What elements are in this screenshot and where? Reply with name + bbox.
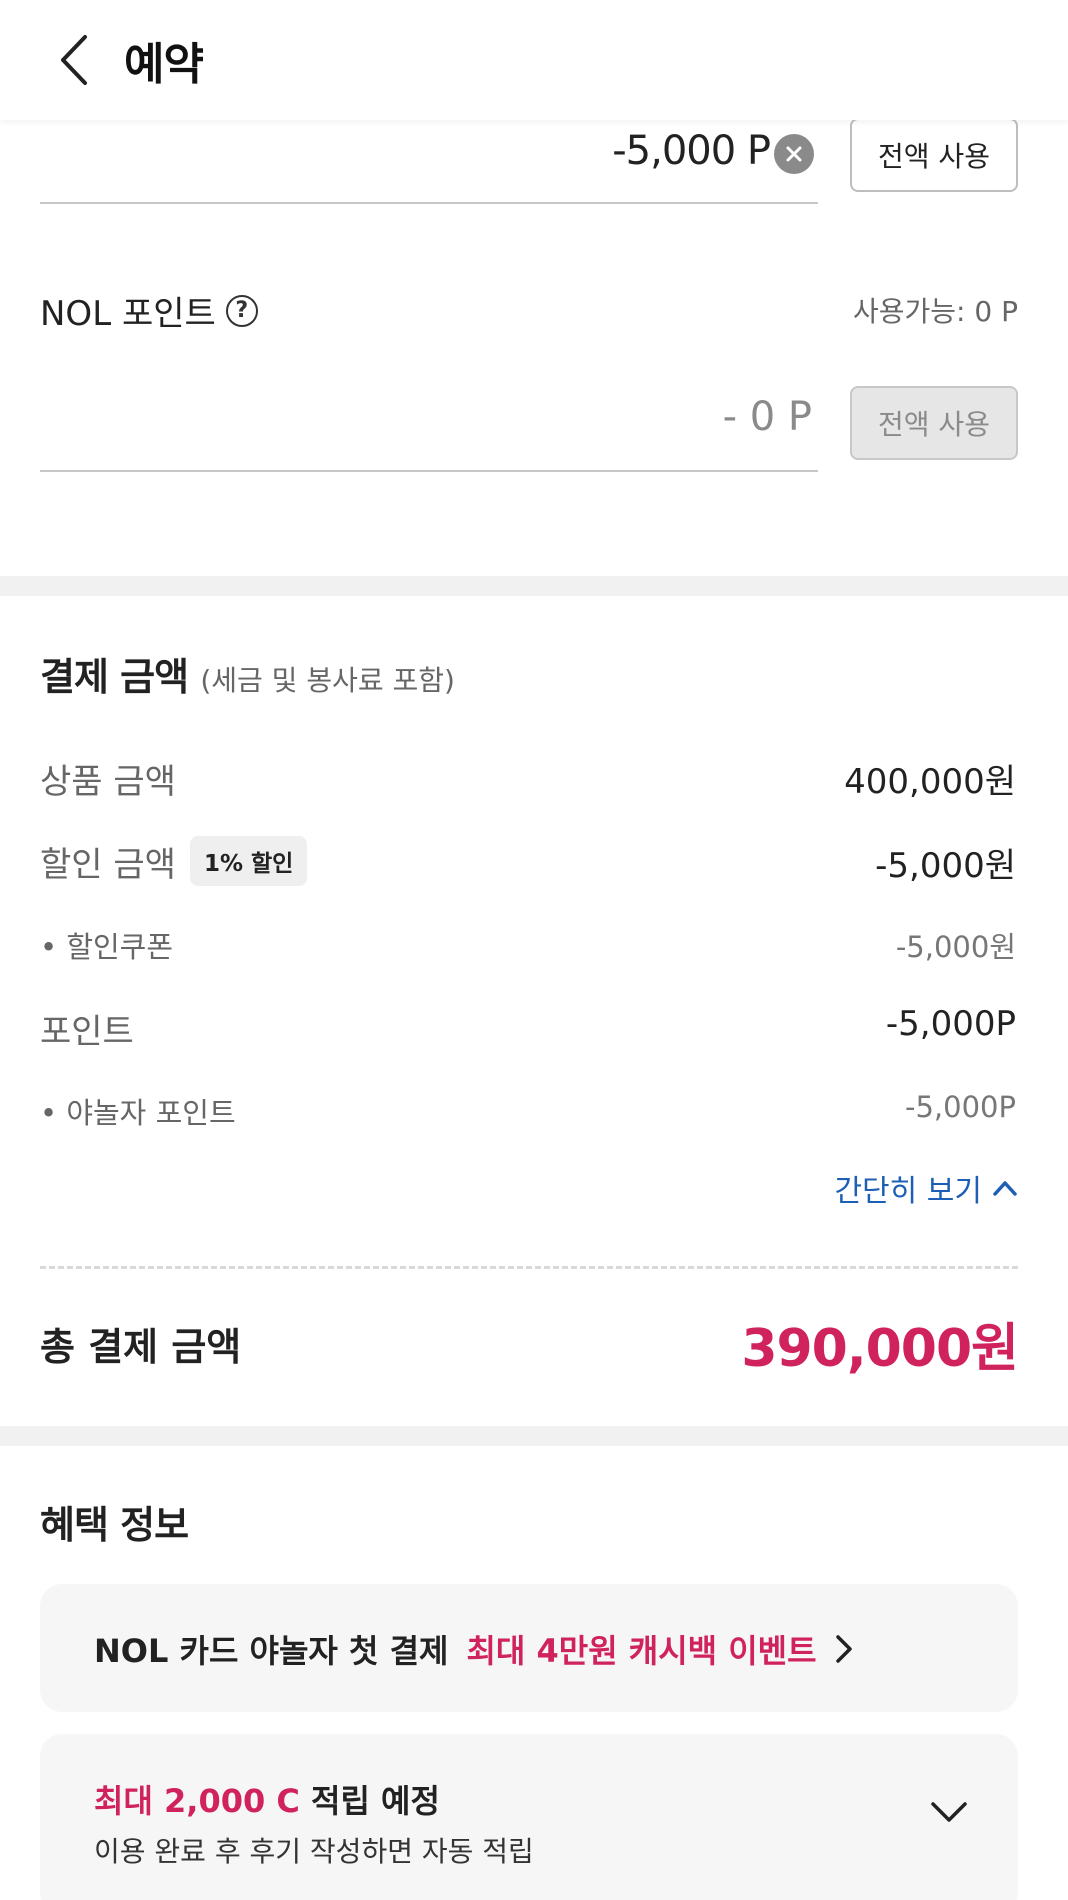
discount-label-row: 할인 금액 1% 할인 <box>40 836 308 886</box>
reward-title: 최대 2,000 C 적립 예정 <box>94 1776 440 1822</box>
section-divider <box>0 1426 1068 1446</box>
nol-point-field[interactable]: - 0 P <box>40 388 818 472</box>
collapse-label: 간단히 보기 <box>834 1174 982 1209</box>
payment-title: 결제 금액 <box>40 655 189 699</box>
dashed-divider <box>40 1266 1018 1269</box>
page-title: 예약 <box>124 39 204 90</box>
coupon-value: -5,000원 <box>895 930 1016 964</box>
point-value: -5,000P <box>885 1004 1016 1044</box>
chevron-down-icon[interactable] <box>930 1800 968 1828</box>
yanolja-full-use-button[interactable]: 전액 사용 <box>850 118 1018 192</box>
chevron-left-icon <box>61 35 87 85</box>
cashback-event-text: NOL 카드 야놀자 첫 결제 최대 4만원 캐시백 이벤트 <box>94 1626 853 1672</box>
section-divider <box>0 576 1068 596</box>
discount-badge: 1% 할인 <box>189 836 308 886</box>
yanolja-point-value: -5,000 P <box>612 128 771 174</box>
clear-point-button[interactable] <box>774 134 814 174</box>
discount-value: -5,000원 <box>875 846 1016 886</box>
nol-point-label-text: NOL 포인트 <box>40 294 216 334</box>
yanolja-point-line-label: • 야놀자 포인트 <box>40 1096 236 1130</box>
nol-point-label: NOL 포인트 ? <box>40 286 258 335</box>
discount-label: 할인 금액 <box>40 844 176 885</box>
yanolja-point-field[interactable]: -5,000 P <box>40 120 818 204</box>
product-price-label: 상품 금액 <box>40 762 176 802</box>
point-label: 포인트 <box>40 1012 134 1052</box>
chevron-right-icon <box>835 1634 853 1664</box>
coupon-label: • 할인쿠폰 <box>40 930 174 964</box>
payment-subtitle: (세금 및 봉사료 포함) <box>200 664 455 697</box>
app-header: 예약 <box>0 0 1068 120</box>
chevron-up-icon <box>993 1181 1017 1196</box>
reward-description: 이용 완료 후 후기 작성하면 자동 적립 <box>94 1835 534 1868</box>
product-price-value: 400,000원 <box>844 762 1016 802</box>
cashback-event-card[interactable]: NOL 카드 야놀자 첫 결제 최대 4만원 캐시백 이벤트 <box>40 1584 1018 1712</box>
reward-card[interactable]: 최대 2,000 C 적립 예정 이용 완료 후 후기 작성하면 자동 적립 <box>40 1734 1018 1900</box>
question-circle-icon[interactable]: ? <box>225 294 258 327</box>
yanolja-point-line-value: -5,000P <box>905 1090 1016 1124</box>
total-label: 총 결제 금액 <box>40 1325 242 1369</box>
collapse-details-link[interactable]: 간단히 보기 <box>834 1166 1018 1210</box>
nol-point-value: - 0 P <box>722 394 812 440</box>
back-button[interactable] <box>48 30 100 90</box>
cashback-event-label: NOL 카드 야놀자 첫 결제 <box>94 1632 449 1670</box>
reward-text: 적립 예정 <box>299 1782 440 1820</box>
payment-section-title: 결제 금액 (세금 및 봉사료 포함) <box>40 646 455 701</box>
nol-full-use-button[interactable]: 전액 사용 <box>850 386 1018 460</box>
nol-point-available: 사용가능: 0 P <box>853 295 1018 328</box>
close-circle-icon <box>786 146 802 162</box>
cashback-event-accent: 최대 4만원 캐시백 이벤트 <box>466 1632 817 1670</box>
total-value: 390,000원 <box>741 1319 1019 1379</box>
benefit-section-title: 혜택 정보 <box>40 1503 189 1547</box>
reward-accent: 최대 2,000 C <box>94 1782 300 1820</box>
